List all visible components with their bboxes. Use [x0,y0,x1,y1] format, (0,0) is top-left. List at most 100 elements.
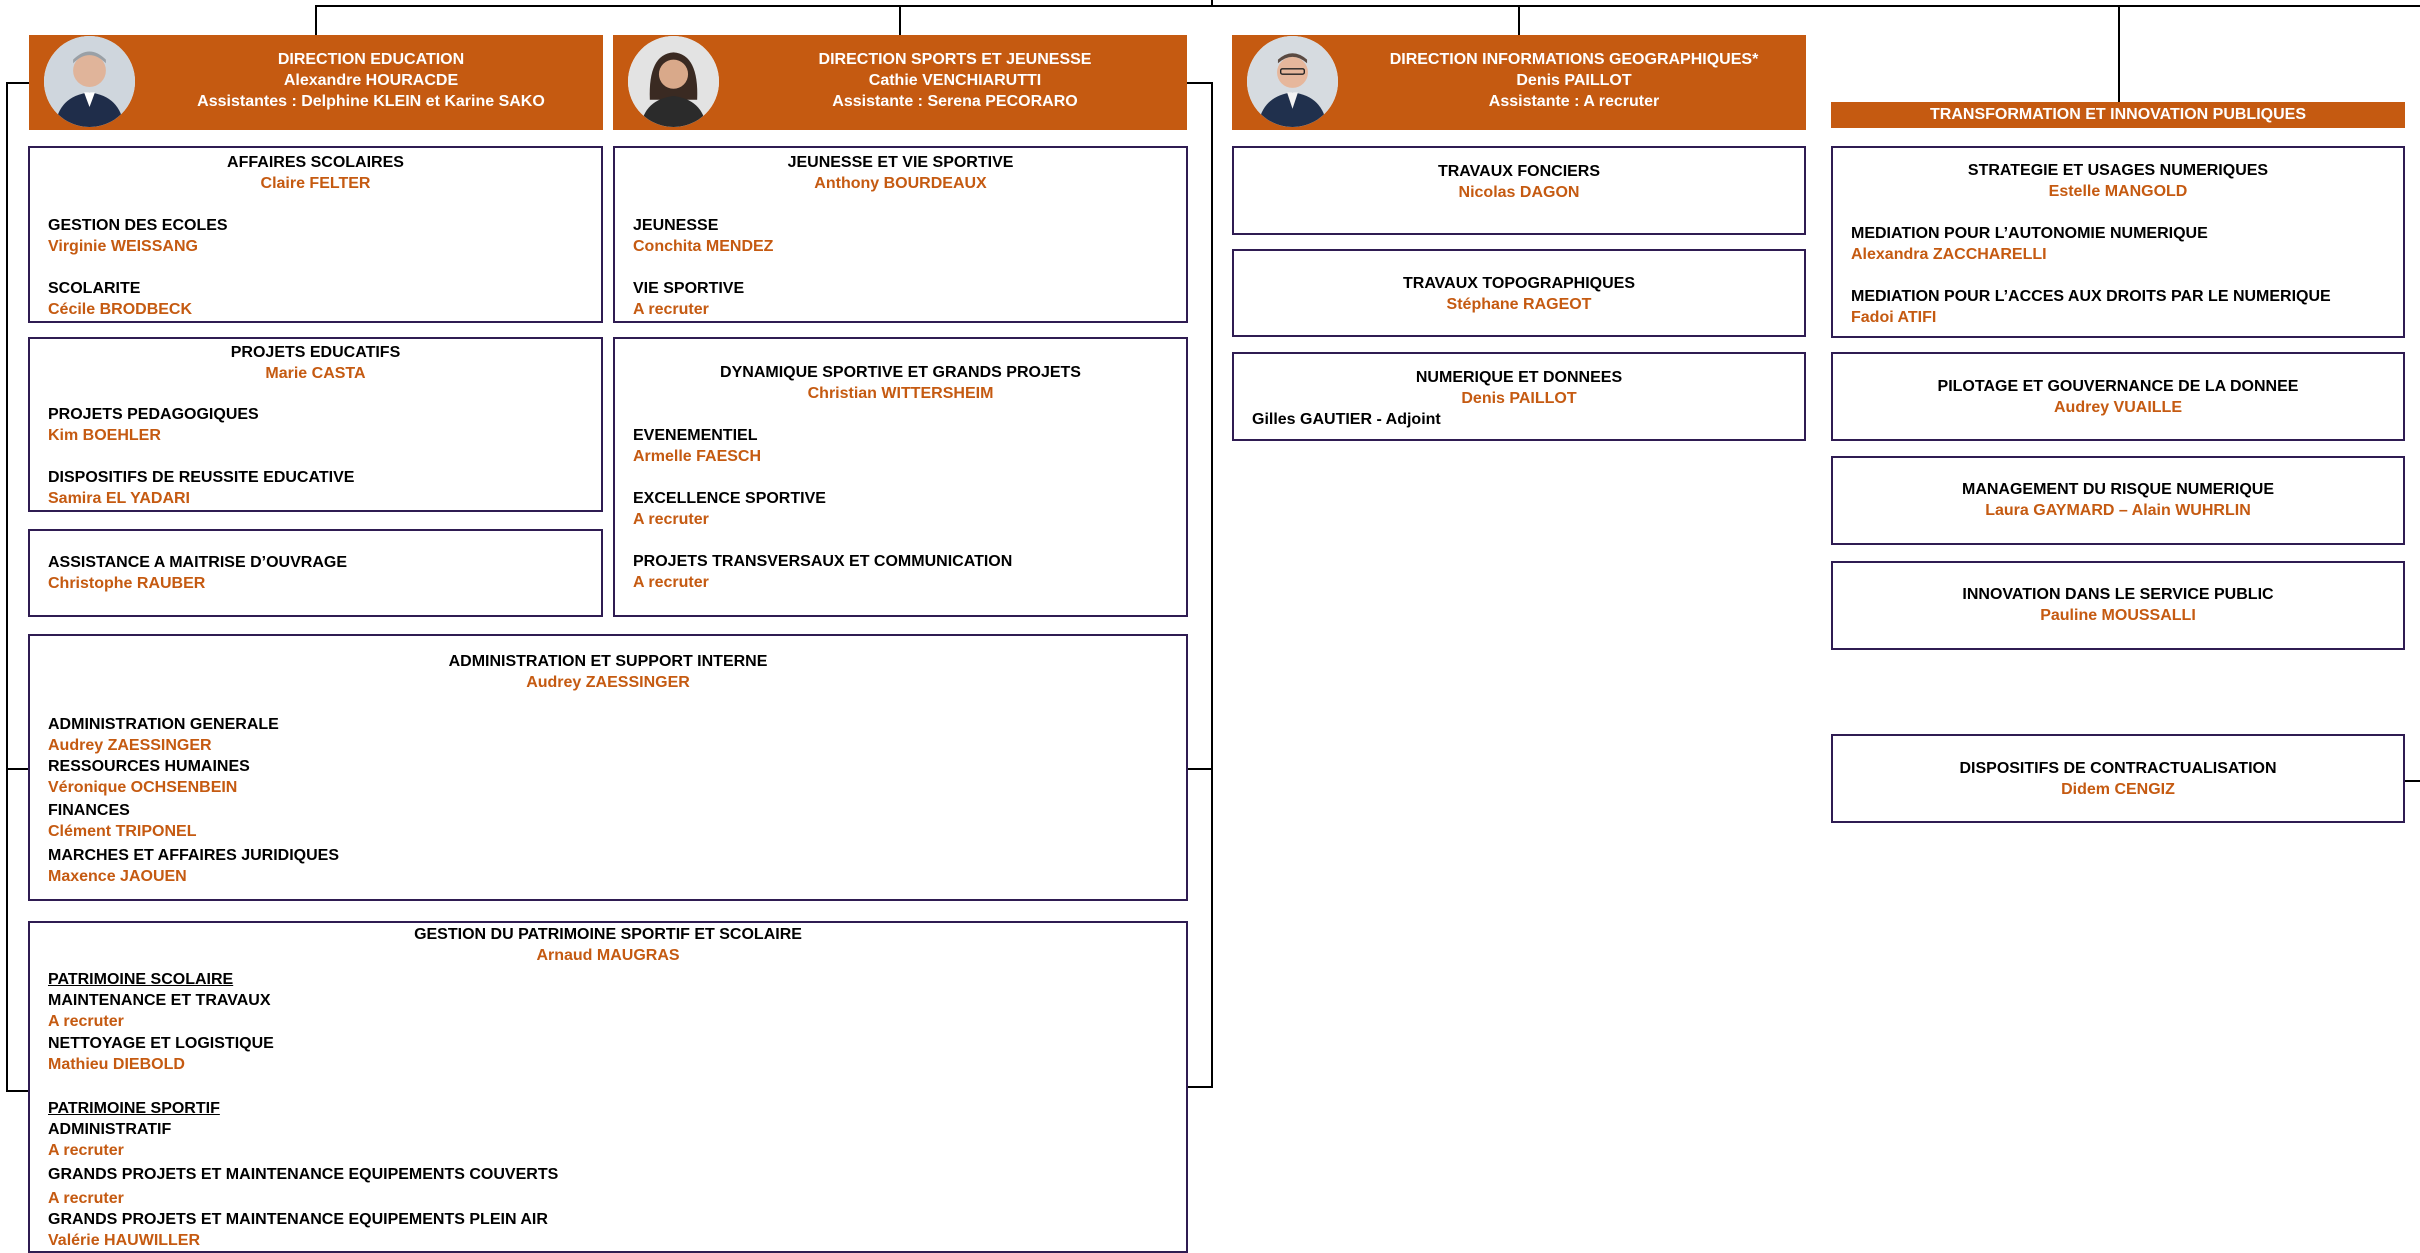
unit-title: DYNAMIQUE SPORTIVE ET GRANDS PROJETS [720,364,1081,381]
service-name: Valérie HAUWILLER [48,1232,201,1249]
unit-title: PILOTAGE ET GOUVERNANCE DE LA DONNEE [1937,378,2299,395]
direction-geo-head: Denis PAILLOT [1516,72,1632,89]
direction-geo-title: DIRECTION INFORMATIONS GEOGRAPHIQUES* [1389,51,1759,68]
service-name: Virginie WEISSANG [48,238,198,255]
service-label: EXCELLENCE SPORTIVE [633,490,826,507]
service-name: Cécile BRODBECK [48,301,193,318]
service-label: MARCHES ET AFFAIRES JURIDIQUES [48,847,339,864]
service-label: MEDIATION POUR L’ACCES AUX DROITS PAR LE… [1851,288,2331,305]
unit-pilotage-donnee: PILOTAGE ET GOUVERNANCE DE LA DONNEE Aud… [1831,352,2405,441]
service-name: Audrey ZAESSINGER [48,737,212,754]
service-label: ADMINISTRATIF [48,1121,172,1138]
person-photo-icon [1247,36,1338,127]
service-name: Conchita MENDEZ [633,238,774,255]
unit-title: AFFAIRES SCOLAIRES [227,154,404,171]
direction-education-title: DIRECTION EDUCATION [277,51,465,68]
connector-right-bracket-bottom [1187,1086,1213,1088]
service-label: PROJETS TRANSVERSAUX ET COMMUNICATION [633,553,1013,570]
service-label: RESSOURCES HUMAINES [48,758,250,775]
unit-strategie-usages: STRATEGIE ET USAGES NUMERIQUES Estelle M… [1831,146,2405,338]
section-heading: PATRIMOINE SPORTIF [48,1100,220,1117]
connector-right-bracket [1211,82,1213,1088]
connector-drop-education [315,5,317,35]
direction-sports-title: DIRECTION SPORTS ET JEUNESSE [818,51,1092,68]
unit-head: Denis PAILLOT [1461,390,1577,407]
connector-left-bracket-bottom [6,1090,29,1092]
connector-right-bracket-top [1187,82,1213,84]
unit-title: NUMERIQUE ET DONNEES [1415,369,1623,386]
service-name: Armelle FAESCH [633,448,762,465]
service-name: Kim BOEHLER [48,427,161,444]
unit-dynamique-sportive: DYNAMIQUE SPORTIVE ET GRANDS PROJETS Chr… [613,337,1188,617]
unit-travaux-fonciers: TRAVAUX FONCIERS Nicolas DAGON [1232,146,1806,235]
service-label: EVENEMENTIEL [633,427,758,444]
connector-drop-geo [1518,5,1520,35]
service-label: PROJETS PEDAGOGIQUES [48,406,259,423]
unit-title: DISPOSITIFS DE CONTRACTUALISATION [1959,760,2277,777]
unit-innovation-service-public: INNOVATION DANS LE SERVICE PUBLIC Paulin… [1831,561,2405,650]
unit-head: Estelle MANGOLD [2048,183,2188,200]
unit-head: Nicolas DAGON [1458,184,1580,201]
unit-gestion-patrimoine: GESTION DU PATRIMOINE SPORTIF ET SCOLAIR… [28,921,1188,1253]
unit-title: INNOVATION DANS LE SERVICE PUBLIC [1962,586,2274,603]
service-name: Mathieu DIEBOLD [48,1056,185,1073]
service-label: FINANCES [48,802,130,819]
direction-geo-assistants: Assistante : A recruter [1488,93,1660,110]
service-name: Samira EL YADARI [48,490,190,507]
unit-head: Claire FELTER [260,175,371,192]
unit-risque-numerique: MANAGEMENT DU RISQUE NUMERIQUE Laura GAY… [1831,456,2405,545]
connector-drop-transfo [2118,5,2120,102]
unit-title: PROJETS EDUCATIFS [230,344,401,361]
direction-geo-header: DIRECTION INFORMATIONS GEOGRAPHIQUES* De… [1232,35,1806,130]
connector-stub-top [1211,0,1213,6]
unit-jeunesse-vie-sportive: JEUNESSE ET VIE SPORTIVE Anthony BOURDEA… [613,146,1188,323]
direction-sports-header: DIRECTION SPORTS ET JEUNESSE Cathie VENC… [613,35,1187,130]
person-photo-icon [628,36,719,127]
direction-education-assistants: Assistantes : Delphine KLEIN et Karine S… [197,93,545,110]
unit-travaux-topographiques: TRAVAUX TOPOGRAPHIQUES Stéphane RAGEOT [1232,249,1806,337]
unit-head: Marie CASTA [265,365,366,382]
unit-title: JEUNESSE ET VIE SPORTIVE [787,154,1014,171]
service-label: DISPOSITIFS DE REUSSITE EDUCATIVE [48,469,355,486]
unit-title: ADMINISTRATION ET SUPPORT INTERNE [448,653,768,670]
direction-sports-head: Cathie VENCHIARUTTI [868,72,1042,89]
service-label: GESTION DES ECOLES [48,217,228,234]
person-photo-icon [44,36,135,127]
unit-head: Christian WITTERSHEIM [807,385,994,402]
service-label: SCOLARITE [48,280,141,297]
unit-head: Audrey VUAILLE [2053,399,2182,416]
service-name: A recruter [633,574,709,591]
unit-title: TRAVAUX TOPOGRAPHIQUES [1402,275,1636,292]
service-name: A recruter [633,301,709,318]
unit-deputy: Gilles GAUTIER - Adjoint [1252,411,1441,428]
unit-title: GESTION DU PATRIMOINE SPORTIF ET SCOLAIR… [414,926,802,943]
service-label: GRANDS PROJETS ET MAINTENANCE EQUIPEMENT… [48,1166,559,1183]
service-name: Véronique OCHSENBEIN [48,779,238,796]
unit-title: STRATEGIE ET USAGES NUMERIQUES [1967,162,2269,179]
unit-title: TRAVAUX FONCIERS [1437,163,1601,180]
unit-numerique-donnees: NUMERIQUE ET DONNEES Denis PAILLOT Gille… [1232,352,1806,441]
service-label: MAINTENANCE ET TRAVAUX [48,992,271,1009]
unit-head: Audrey ZAESSINGER [526,674,690,691]
unit-head: Stéphane RAGEOT [1446,296,1592,313]
unit-title: MANAGEMENT DU RISQUE NUMERIQUE [1961,481,2274,498]
unit-affaires-scolaires: AFFAIRES SCOLAIRES Claire FELTER GESTION… [28,146,603,323]
service-name: A recruter [48,1013,124,1030]
direction-education-header: DIRECTION EDUCATION Alexandre HOURACDE A… [29,35,603,130]
service-name: A recruter [48,1190,124,1207]
unit-administration-support: ADMINISTRATION ET SUPPORT INTERNE Audrey… [28,634,1188,901]
unit-title: ASSISTANCE A MAITRISE D’OUVRAGE [48,554,347,571]
service-name: A recruter [48,1142,124,1159]
service-label: VIE SPORTIVE [633,280,745,297]
unit-dispositifs-contractualisation: DISPOSITIFS DE CONTRACTUALISATION Didem … [1831,734,2405,823]
unit-head: Laura GAYMARD – Alain WUHRLIN [1985,502,2251,519]
direction-sports-assistants: Assistante : Serena PECORARO [832,93,1078,110]
service-label: ADMINISTRATION GENERALE [48,716,279,733]
connector-contract-stub [2405,780,2420,782]
connector-left-bracket-top [6,82,29,84]
service-label: GRANDS PROJETS ET MAINTENANCE EQUIPEMENT… [48,1211,548,1228]
direction-education-head: Alexandre HOURACDE [283,72,459,89]
service-name: Clément TRIPONEL [48,823,197,840]
unit-head: Pauline MOUSSALLI [2040,607,2196,624]
connector-drop-sports [899,5,901,35]
